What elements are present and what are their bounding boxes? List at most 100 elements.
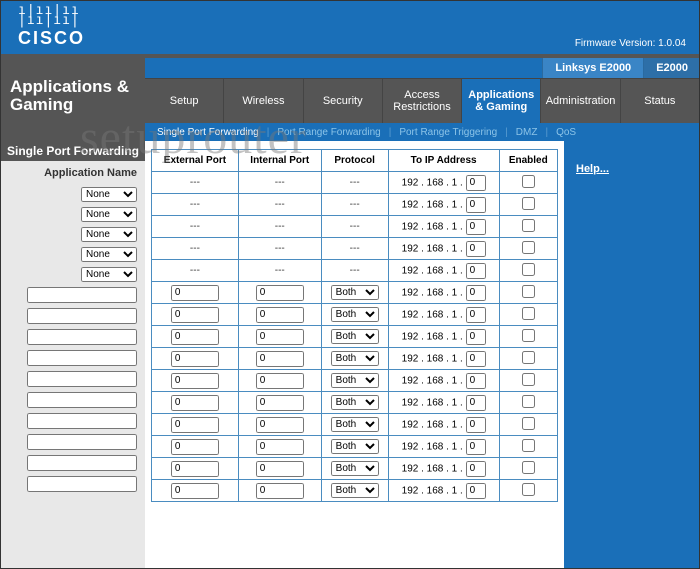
- protocol-select[interactable]: Both: [331, 483, 379, 498]
- external-port-input[interactable]: [171, 461, 219, 477]
- protocol-select[interactable]: Both: [331, 439, 379, 454]
- application-name-input[interactable]: [27, 287, 137, 303]
- application-select[interactable]: None: [81, 267, 137, 282]
- external-port-input[interactable]: [171, 373, 219, 389]
- application-select[interactable]: None: [81, 207, 137, 222]
- tab-access-restrictions[interactable]: Access Restrictions: [383, 79, 462, 123]
- ip-last-octet-input[interactable]: [466, 395, 486, 411]
- internal-port-input[interactable]: [256, 285, 304, 301]
- application-name-input[interactable]: [27, 392, 137, 408]
- protocol-select[interactable]: Both: [331, 307, 379, 322]
- ip-last-octet-input[interactable]: [466, 307, 486, 323]
- subnav-dmz[interactable]: DMZ: [510, 127, 544, 138]
- internal-port-input[interactable]: [256, 483, 304, 499]
- help-panel: Help...: [564, 141, 700, 569]
- ip-last-octet-input[interactable]: [466, 417, 486, 433]
- ip-last-octet-input[interactable]: [466, 439, 486, 455]
- tab-setup[interactable]: Setup: [145, 79, 224, 123]
- subnav-port-range-triggering[interactable]: Port Range Triggering: [393, 127, 503, 138]
- external-port-input[interactable]: [171, 285, 219, 301]
- internal-port-input[interactable]: [256, 329, 304, 345]
- tab-security[interactable]: Security: [304, 79, 383, 123]
- application-select[interactable]: None: [81, 187, 137, 202]
- protocol-select[interactable]: Both: [331, 461, 379, 476]
- enabled-checkbox[interactable]: [522, 263, 535, 276]
- tab-applications-gaming[interactable]: Applications & Gaming: [462, 79, 541, 123]
- application-select[interactable]: None: [81, 247, 137, 262]
- tab-administration[interactable]: Administration: [541, 79, 620, 123]
- ip-cell: 192 . 168 . 1 .: [388, 458, 499, 480]
- ip-prefix: 192 . 168 . 1 .: [402, 309, 466, 320]
- ip-last-octet-input[interactable]: [466, 285, 486, 301]
- sidebar-banner: Single Port Forwarding: [0, 141, 145, 161]
- application-name-input[interactable]: [27, 350, 137, 366]
- application-name-input[interactable]: [27, 371, 137, 387]
- application-select[interactable]: None: [81, 227, 137, 242]
- enabled-checkbox[interactable]: [522, 175, 535, 188]
- ip-last-octet-input[interactable]: [466, 351, 486, 367]
- protocol-select[interactable]: Both: [331, 285, 379, 300]
- enabled-checkbox[interactable]: [522, 307, 535, 320]
- protocol-select[interactable]: Both: [331, 395, 379, 410]
- ip-last-octet-input[interactable]: [466, 175, 486, 191]
- ip-last-octet-input[interactable]: [466, 373, 486, 389]
- enabled-checkbox[interactable]: [522, 219, 535, 232]
- enabled-checkbox[interactable]: [522, 439, 535, 452]
- tab-wireless[interactable]: Wireless: [224, 79, 303, 123]
- model-short: E2000: [643, 58, 700, 78]
- internal-port-input[interactable]: [256, 417, 304, 433]
- external-port-input[interactable]: [171, 439, 219, 455]
- ip-last-octet-input[interactable]: [466, 263, 486, 279]
- enabled-checkbox[interactable]: [522, 197, 535, 210]
- protocol-select[interactable]: Both: [331, 329, 379, 344]
- ip-last-octet-input[interactable]: [466, 329, 486, 345]
- ip-last-octet-input[interactable]: [466, 197, 486, 213]
- application-name-input[interactable]: [27, 308, 137, 324]
- enabled-checkbox[interactable]: [522, 351, 535, 364]
- ip-last-octet-input[interactable]: [466, 219, 486, 235]
- dash-cell: ---: [152, 216, 239, 238]
- dash-cell: ---: [321, 260, 388, 282]
- subnav-single-port-forwarding[interactable]: Single Port Forwarding: [151, 127, 265, 138]
- external-port-input[interactable]: [171, 417, 219, 433]
- external-port-input[interactable]: [171, 307, 219, 323]
- internal-port-input[interactable]: [256, 307, 304, 323]
- enabled-checkbox[interactable]: [522, 395, 535, 408]
- external-port-input[interactable]: [171, 329, 219, 345]
- internal-port-input[interactable]: [256, 395, 304, 411]
- external-port-input[interactable]: [171, 395, 219, 411]
- enabled-checkbox[interactable]: [522, 285, 535, 298]
- application-name-input[interactable]: [27, 476, 137, 492]
- enabled-checkbox[interactable]: [522, 241, 535, 254]
- ip-cell: 192 . 168 . 1 .: [388, 326, 499, 348]
- enabled-checkbox[interactable]: [522, 329, 535, 342]
- protocol-select[interactable]: Both: [331, 351, 379, 366]
- internal-port-input[interactable]: [256, 351, 304, 367]
- application-name-input[interactable]: [27, 413, 137, 429]
- internal-port-input[interactable]: [256, 373, 304, 389]
- dash-cell: ---: [238, 216, 321, 238]
- application-name-input[interactable]: [27, 455, 137, 471]
- ip-last-octet-input[interactable]: [466, 241, 486, 257]
- tab-status[interactable]: Status: [621, 79, 700, 123]
- help-link[interactable]: Help...: [576, 163, 609, 175]
- ip-prefix: 192 . 168 . 1 .: [402, 419, 466, 430]
- subnav-port-range-forwarding[interactable]: Port Range Forwarding: [271, 127, 386, 138]
- external-port-input[interactable]: [171, 351, 219, 367]
- internal-port-input[interactable]: [256, 439, 304, 455]
- ip-cell: 192 . 168 . 1 .: [388, 282, 499, 304]
- ip-last-octet-input[interactable]: [466, 483, 486, 499]
- enabled-checkbox[interactable]: [522, 417, 535, 430]
- ip-last-octet-input[interactable]: [466, 461, 486, 477]
- application-name-input[interactable]: [27, 434, 137, 450]
- subnav-qos[interactable]: QoS: [550, 127, 582, 138]
- enabled-checkbox[interactable]: [522, 461, 535, 474]
- ip-cell: 192 . 168 . 1 .: [388, 436, 499, 458]
- external-port-input[interactable]: [171, 483, 219, 499]
- protocol-select[interactable]: Both: [331, 417, 379, 432]
- application-name-input[interactable]: [27, 329, 137, 345]
- internal-port-input[interactable]: [256, 461, 304, 477]
- enabled-checkbox[interactable]: [522, 373, 535, 386]
- protocol-select[interactable]: Both: [331, 373, 379, 388]
- enabled-checkbox[interactable]: [522, 483, 535, 496]
